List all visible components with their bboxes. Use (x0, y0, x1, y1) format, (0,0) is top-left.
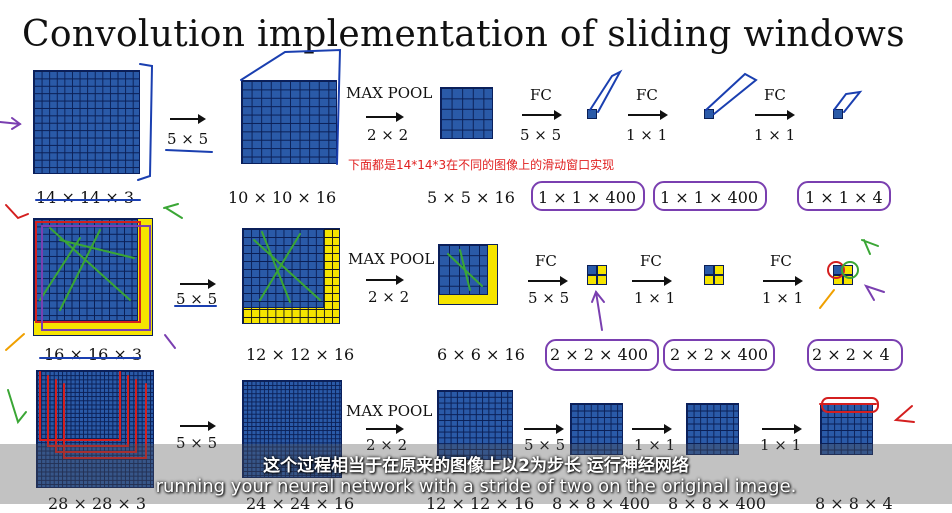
ink-underline-conv-r1 (165, 149, 213, 153)
ink-box-r1-a (531, 181, 645, 211)
ink-box-r1-c (797, 181, 891, 211)
ink-red-arrow-r3 (893, 405, 915, 423)
ink-stick-r1a (589, 69, 623, 113)
ink-box-r2-a (545, 339, 659, 371)
ink-box-r1-b (653, 181, 767, 211)
subtitle-english: running your neural network with a strid… (155, 476, 797, 497)
ink-green-arrow-r2b (861, 239, 879, 255)
ink-green-arrow-r2 (163, 203, 183, 219)
ink-box-r2-c (807, 339, 903, 371)
ink-bracket-r1 (137, 63, 154, 181)
ink-red-tick-r2 (5, 204, 29, 220)
ink-orange-arrow-r2 (5, 333, 25, 351)
ink-purple-box-r2 (41, 225, 151, 331)
ink-green-hatch-r2b (253, 231, 321, 303)
ink-orange-arrow-r2b (819, 289, 835, 309)
ink-red-box-r2 (35, 221, 141, 323)
ink-box-r2-b (663, 339, 775, 371)
handwritten-annotations (0, 48, 915, 459)
subtitle-chinese: 这个过程相当于在原来的图像上以2为步长 运行神经网络 (263, 456, 689, 476)
ink-purple-tick-r2 (164, 334, 176, 349)
ink-green-hatch-r2c (447, 249, 483, 291)
ink-green-hatch-r2 (39, 227, 135, 311)
ink-cube-r1 (240, 48, 342, 165)
ink-purple-arrow-r2b (863, 284, 885, 301)
ink-green-tick-r3 (7, 389, 27, 425)
ink-stick-r1b (705, 72, 758, 115)
ink-stick-r1c (833, 90, 863, 113)
